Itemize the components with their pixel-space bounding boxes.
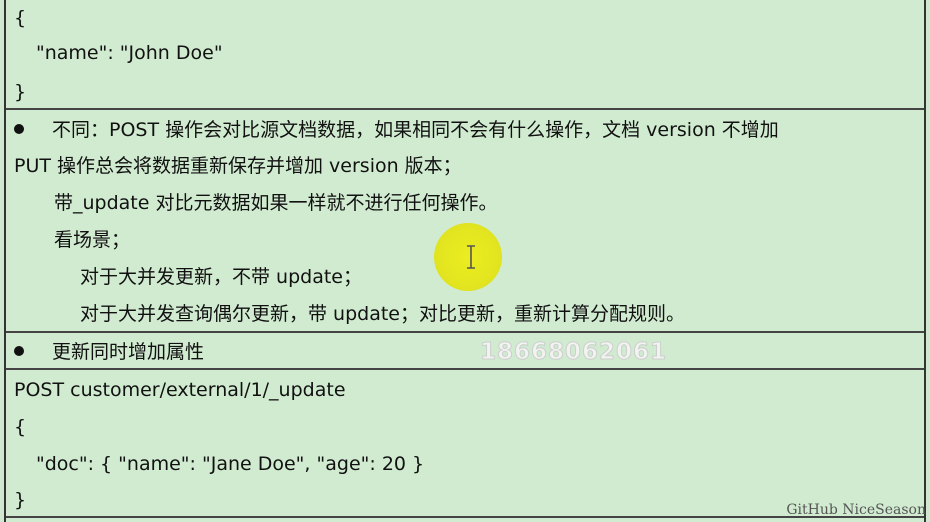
bullet-icon: [14, 345, 24, 356]
scenario-2: 对于大并发查询偶尔更新，带 update；对比更新，重新计算分配规则。: [80, 303, 685, 325]
divider-3: [6, 368, 924, 370]
brace-close-1: }: [14, 81, 27, 103]
add-attr-title: 更新同时增加属性: [52, 341, 205, 363]
bullet-add-attr-line: 更新同时增加属性: [14, 340, 204, 364]
json-doc-line: "doc": { "name": "Jane Doe", "age": 20 }: [36, 453, 425, 475]
put-line: PUT 操作总会将数据重新保存并增加 version 版本；: [14, 155, 462, 177]
brace-close-2: }: [14, 489, 27, 511]
update-line: 带_update 对比元数据如果一样就不进行任何操作。: [54, 192, 498, 214]
bullet-icon: [14, 123, 24, 134]
json-name-line: "name": "John Doe": [36, 42, 223, 64]
scenario-label: 看场景；: [54, 229, 131, 251]
scenario-1: 对于大并发更新，不带 update；: [80, 266, 362, 288]
text-cursor-icon: [467, 245, 475, 269]
brace-open-1: {: [14, 7, 27, 29]
request-line: POST customer/external/1/_update: [14, 379, 346, 401]
difference-text: 不同：POST 操作会对比源文档数据，如果相同不会有什么操作，文档 versio…: [52, 119, 779, 141]
phone-watermark: 18668062061: [479, 339, 668, 366]
divider-2: [6, 331, 924, 333]
brace-open-2: {: [14, 416, 27, 438]
divider-1: [6, 108, 924, 110]
bullet-difference-line: 不同：POST 操作会对比源文档数据，如果相同不会有什么操作，文档 versio…: [14, 118, 779, 142]
footer-credit: GitHub NiceSeason: [786, 502, 926, 518]
